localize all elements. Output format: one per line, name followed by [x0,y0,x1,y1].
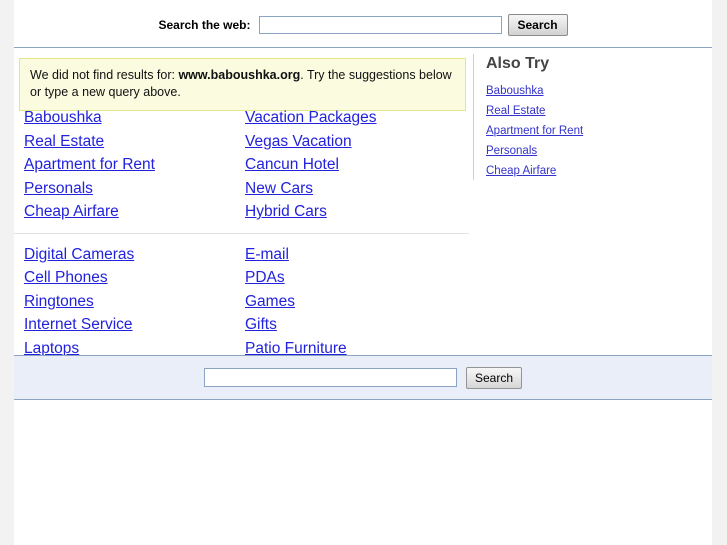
search-the-web-label: Search the web: [158,18,251,32]
suggestion-column-right-1: Vacation Packages Vegas Vacation Cancun … [240,106,469,224]
suggestion-group-1: Baboushka Real Estate Apartment for Rent… [14,106,469,224]
also-try-link[interactable]: Baboushka [486,81,544,101]
suggestion-link[interactable]: Personals [24,177,93,201]
no-results-message: We did not find results for: www.baboush… [19,58,466,111]
suggestion-link[interactable]: Vacation Packages [245,106,377,130]
also-try-link[interactable]: Personals [486,141,537,161]
suggestion-link[interactable]: Digital Cameras [24,243,134,267]
results-body: We did not find results for: www.baboush… [14,48,712,357]
suggestion-link[interactable]: Ringtones [24,290,94,314]
search-input[interactable] [258,16,502,34]
suggestion-link[interactable]: PDAs [245,266,285,290]
message-query: www.baboushka.org [178,68,301,82]
suggestion-link[interactable]: Vegas Vacation [245,130,352,154]
suggestion-link[interactable]: New Cars [245,177,313,201]
suggestion-lists: Baboushka Real Estate Apartment for Rent… [14,106,469,360]
page-container: Search the web: Search We did not find r… [14,0,712,545]
suggestion-link[interactable]: Cancun Hotel [245,153,339,177]
also-try-heading: Also Try [486,55,550,72]
search-button[interactable]: Search [507,14,568,36]
footer-search-button[interactable]: Search [465,366,523,389]
suggestion-link[interactable]: E-mail [245,243,289,267]
suggestion-link[interactable]: Baboushka [24,106,102,130]
footer-search-bar: Search [14,355,712,400]
message-prefix: We did not find results for: [30,68,179,82]
also-try-link[interactable]: Real Estate [486,101,545,121]
also-try-link[interactable]: Cheap Airfare [486,161,556,181]
blank-content-area [14,400,712,545]
suggestion-link[interactable]: Games [245,290,295,314]
suggestion-link[interactable]: Gifts [245,313,277,337]
suggestion-column-left-1: Baboushka Real Estate Apartment for Rent… [14,106,240,224]
suggestion-link[interactable]: Hybrid Cars [245,200,327,224]
footer-search-input[interactable] [203,368,457,387]
header-search-bar: Search the web: Search [14,0,712,48]
suggestion-column-left-2: Digital Cameras Cell Phones Ringtones In… [14,243,240,361]
suggestion-link[interactable]: Apartment for Rent [24,153,155,177]
suggestion-link[interactable]: Cell Phones [24,266,108,290]
suggestion-link[interactable]: Internet Service [24,313,133,337]
suggestion-column-right-2: E-mail PDAs Games Gifts Patio Furniture [240,243,469,361]
also-try-sidebar: Also Try Baboushka Real Estate Apartment… [473,54,705,180]
suggestion-link[interactable]: Cheap Airfare [24,200,119,224]
also-try-link[interactable]: Apartment for Rent [486,121,583,141]
suggestion-group-2: Digital Cameras Cell Phones Ringtones In… [14,232,469,361]
header-search-form: Search the web: Search [14,14,712,36]
suggestion-link[interactable]: Real Estate [24,130,104,154]
